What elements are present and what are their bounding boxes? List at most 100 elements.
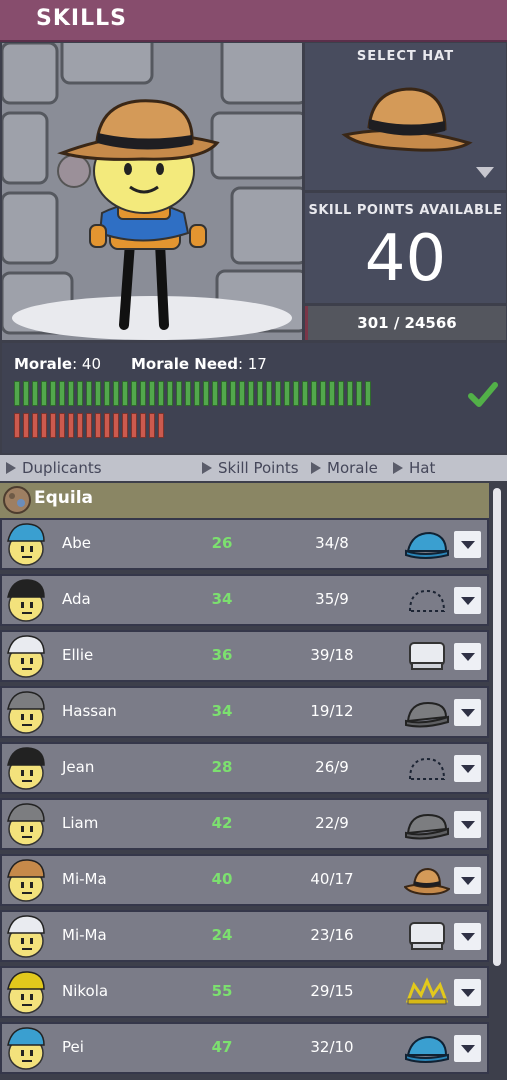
morale-segment — [176, 381, 182, 406]
sort-arrow-icon — [202, 462, 212, 474]
cap-gray-icon[interactable] — [404, 807, 450, 841]
morale-segment — [320, 381, 326, 406]
duplicant-row[interactable]: Ellie 36 39/18 — [0, 630, 489, 682]
morale-need-segment — [14, 413, 20, 438]
morale-need-segment — [149, 413, 155, 438]
morale-segment — [149, 381, 155, 406]
duplicant-avatar — [4, 745, 48, 791]
scrollbar-thumb[interactable] — [493, 488, 501, 966]
morale-segment — [113, 381, 119, 406]
duplicant-avatar — [4, 969, 48, 1015]
morale-need-segment — [32, 413, 38, 438]
column-hat[interactable]: Hat — [393, 459, 435, 477]
duplicant-row[interactable]: Hassan 34 19/12 — [0, 686, 489, 738]
morale-segment — [230, 381, 236, 406]
hat-dropdown-button[interactable] — [454, 587, 481, 614]
morale-need-label: Morale Need — [131, 355, 238, 373]
column-skill-points[interactable]: Skill Points — [202, 459, 299, 477]
morale-panel: Morale: 40 Morale Need: 17 — [2, 343, 506, 453]
duplicant-row[interactable]: Pei 47 32/10 — [0, 1022, 489, 1074]
duplicant-skill-points: 55 — [211, 982, 233, 1000]
morale-segment — [32, 381, 38, 406]
morale-segment — [311, 381, 317, 406]
duplicant-morale: 35/9 — [315, 590, 349, 608]
morale-label: Morale — [14, 355, 73, 373]
duplicant-skill-points: 42 — [211, 814, 233, 832]
morale-segment — [293, 381, 299, 406]
duplicant-skill-points: 34 — [211, 702, 233, 720]
hat-dropdown-button[interactable] — [454, 867, 481, 894]
cowboy-hat-icon[interactable] — [403, 863, 451, 897]
list-scrollbar[interactable] — [489, 483, 507, 1080]
duplicant-avatar — [4, 1025, 48, 1071]
tiara-icon[interactable] — [404, 975, 450, 1009]
duplicant-name: Ada — [62, 590, 91, 608]
duplicant-avatar — [4, 577, 48, 623]
hat-dropdown-button[interactable] — [454, 643, 481, 670]
chef-hat-icon[interactable] — [404, 919, 450, 953]
select-hat-label: SELECT HAT — [356, 49, 455, 64]
hat-dropdown-button[interactable] — [454, 923, 481, 950]
morale-segment — [338, 381, 344, 406]
duplicant-skill-points: 26 — [211, 534, 233, 552]
duplicant-row[interactable]: Mi-Ma 24 23/16 — [0, 910, 489, 962]
hat-dropdown-button[interactable] — [454, 699, 481, 726]
cap-blue-icon[interactable] — [404, 1031, 450, 1065]
no-hat-icon[interactable] — [404, 751, 450, 785]
morale-segment — [50, 381, 56, 406]
morale-segment — [86, 381, 92, 406]
column-skill-points-label: Skill Points — [218, 459, 299, 477]
duplicant-skill-points: 34 — [211, 590, 233, 608]
sort-arrow-icon — [311, 462, 321, 474]
duplicant-name: Abe — [62, 534, 92, 552]
morale-segment — [185, 381, 191, 406]
skill-points-label: SKILL POINTS AVAILABLE — [308, 203, 503, 218]
morale-need-segment — [158, 413, 164, 438]
cap-blue-icon[interactable] — [404, 527, 450, 561]
duplicant-morale: 39/18 — [310, 646, 354, 664]
morale-segment — [41, 381, 47, 406]
morale-need-segment — [86, 413, 92, 438]
morale-segment — [248, 381, 254, 406]
morale-segment — [212, 381, 218, 406]
duplicant-name: Ellie — [62, 646, 94, 664]
duplicant-row[interactable]: Ada 34 35/9 — [0, 574, 489, 626]
page-title: SKILLS — [36, 6, 127, 31]
column-duplicants[interactable]: Duplicants — [6, 459, 102, 477]
duplicant-row[interactable]: Jean 28 26/9 — [0, 742, 489, 794]
morale-need-segment — [104, 413, 110, 438]
morale-segment — [302, 381, 308, 406]
hat-dropdown-button[interactable] — [454, 755, 481, 782]
no-hat-icon[interactable] — [404, 583, 450, 617]
morale-need-segment — [77, 413, 83, 438]
hat-dropdown-button[interactable] — [454, 1035, 481, 1062]
duplicant-name: Liam — [62, 814, 99, 832]
hat-dropdown-button[interactable] — [454, 811, 481, 838]
morale-segment — [275, 381, 281, 406]
hat-dropdown-button[interactable] — [454, 531, 481, 558]
morale-segment — [167, 381, 173, 406]
column-hat-label: Hat — [409, 459, 436, 477]
morale-value: 40 — [81, 355, 101, 373]
column-morale[interactable]: Morale — [311, 459, 378, 477]
chef-hat-icon[interactable] — [404, 639, 450, 673]
duplicant-row[interactable]: Mi-Ma 40 40/17 — [0, 854, 489, 906]
morale-need-bar — [14, 413, 164, 438]
duplicant-row[interactable]: Liam 42 22/9 — [0, 798, 489, 850]
morale-segment — [203, 381, 209, 406]
duplicant-name: Jean — [62, 758, 95, 776]
duplicant-skill-points: 28 — [211, 758, 233, 776]
experience-bar: 301 / 24566 — [305, 306, 506, 340]
asteroid-group-header[interactable]: Equila — [0, 483, 489, 519]
skill-points-panel: SKILL POINTS AVAILABLE 40 — [305, 193, 506, 303]
select-hat-panel[interactable]: SELECT HAT — [305, 43, 506, 190]
morale-segment — [140, 381, 146, 406]
hat-dropdown-arrow-icon[interactable] — [476, 167, 494, 178]
morale-bar — [14, 381, 371, 406]
experience-text: 301 / 24566 — [357, 314, 457, 332]
cap-gray-icon[interactable] — [404, 695, 450, 729]
duplicant-row[interactable]: Nikola 55 29/15 — [0, 966, 489, 1018]
duplicant-name: Mi-Ma — [62, 926, 107, 944]
hat-dropdown-button[interactable] — [454, 979, 481, 1006]
duplicant-row[interactable]: Abe 26 34/8 — [0, 518, 489, 570]
